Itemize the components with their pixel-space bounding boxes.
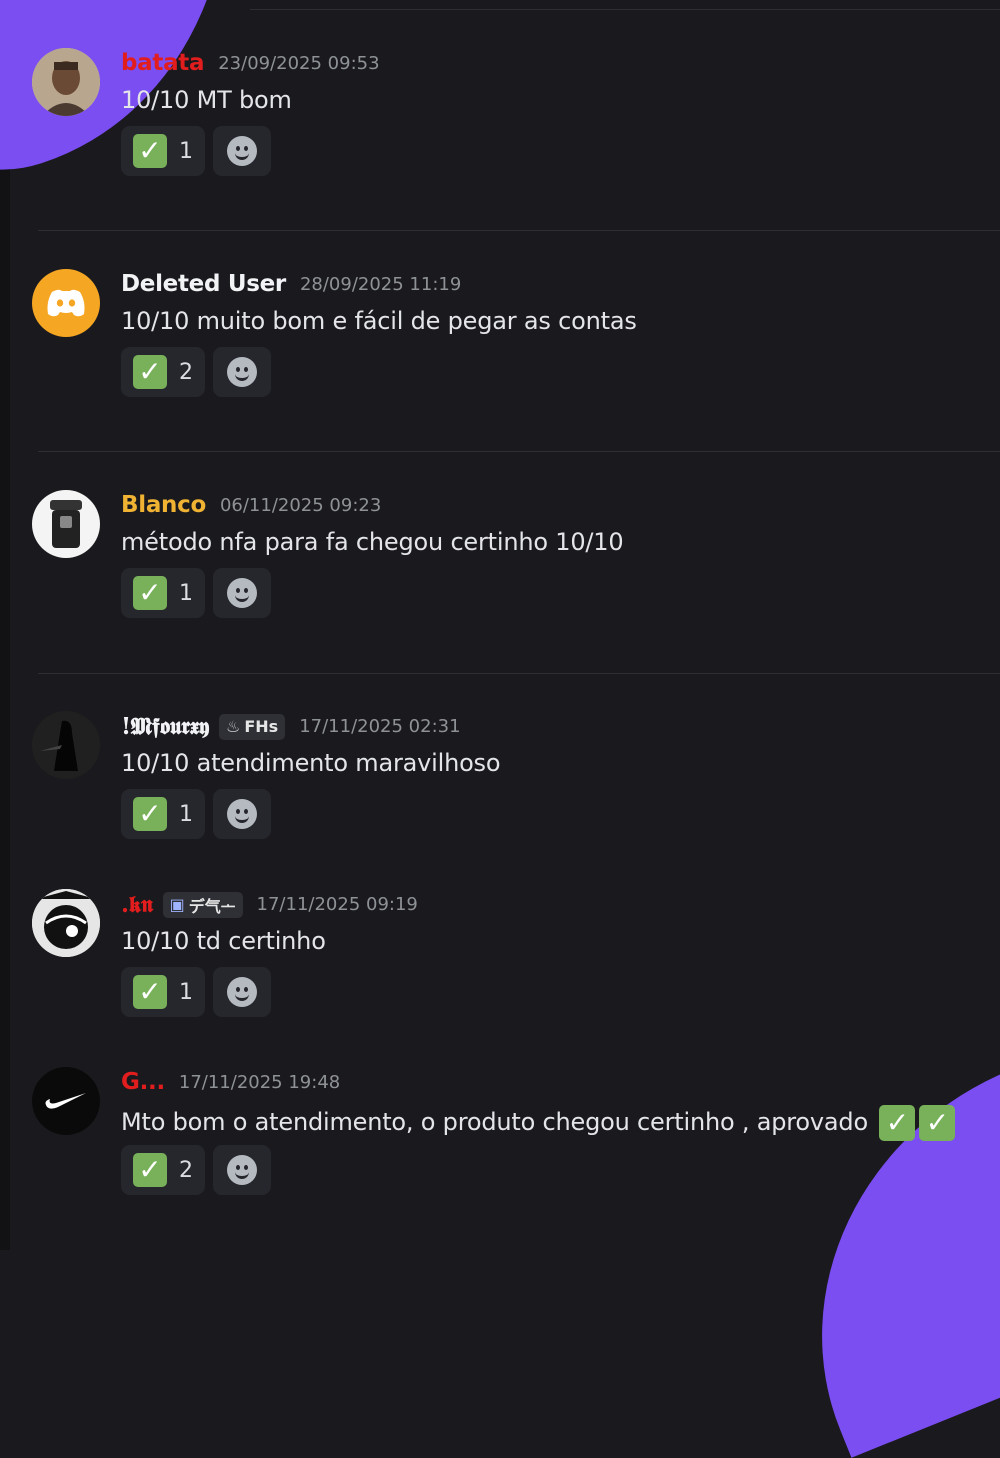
check-mark-icon: ✓ (133, 134, 167, 168)
smiley-icon (227, 136, 257, 166)
reaction-count: 1 (179, 979, 193, 1005)
username[interactable]: Deleted User (121, 271, 286, 297)
message-text: Mto bom o atendimento, o produto chegou … (121, 1105, 956, 1141)
check-mark-icon: ✓ (879, 1105, 916, 1141)
dark-figure-photo-icon (32, 711, 100, 779)
divider (250, 9, 1000, 10)
add-reaction-button[interactable] (213, 1145, 271, 1195)
add-reaction-button[interactable] (213, 347, 271, 397)
check-mark-icon: ✓ (133, 975, 167, 1009)
message-text: 10/10 muito bom e fácil de pegar as cont… (121, 307, 637, 335)
reaction-check[interactable]: ✓ 2 (121, 1145, 205, 1195)
timestamp: 17/11/2025 02:31 (299, 716, 461, 737)
check-mark-icon: ✓ (919, 1105, 956, 1141)
add-reaction-button[interactable] (213, 568, 271, 618)
username[interactable]: !𝕸𝖋𝖔𝖚𝖗𝖝𝖞 (121, 713, 209, 740)
reaction-count: 2 (179, 359, 193, 385)
add-reaction-button[interactable] (213, 126, 271, 176)
add-reaction-button[interactable] (213, 789, 271, 839)
trash-bin-icon (50, 500, 82, 548)
message: batata 23/09/2025 09:53 10/10 MT bom ✓ 1 (0, 48, 1000, 248)
avatar[interactable] (32, 269, 100, 337)
timestamp: 17/11/2025 19:48 (178, 1071, 341, 1093)
check-mark-icon: ✓ (133, 355, 167, 389)
reaction-check[interactable]: ✓ 2 (121, 347, 205, 397)
username[interactable]: batata (121, 50, 205, 76)
timestamp: 28/09/2025 11:19 (299, 273, 462, 295)
timestamp: 17/11/2025 09:19 (256, 894, 418, 915)
server-tag[interactable]: ♨ FHs (219, 713, 286, 740)
smiley-icon (227, 799, 257, 829)
reactions: ✓ 2 (121, 347, 271, 397)
message: !𝕸𝖋𝖔𝖚𝖗𝖝𝖞 ♨ FHs 17/11/2025 02:31 10/10 at… (0, 711, 1000, 911)
reaction-check[interactable]: ✓ 1 (121, 568, 205, 618)
discord-logo-icon (47, 289, 85, 317)
fire-icon: ♨ (226, 717, 241, 736)
check-mark-icon: ✓ (133, 1153, 167, 1187)
reaction-count: 2 (179, 1157, 193, 1183)
message-text-content: Mto bom o atendimento, o produto chegou … (121, 1108, 868, 1136)
divider (38, 451, 1000, 452)
smiley-icon (227, 977, 257, 1007)
timestamp: 06/11/2025 09:23 (219, 494, 382, 516)
divider (38, 673, 1000, 674)
reactions: ✓ 1 (121, 568, 271, 618)
reactions: ✓ 1 (121, 789, 271, 839)
avatar[interactable] (32, 490, 100, 558)
tag-label: FHs (244, 717, 279, 736)
message: Deleted User 28/09/2025 11:19 10/10 muit… (0, 269, 1000, 469)
divider (38, 230, 1000, 231)
reaction-count: 1 (179, 580, 193, 606)
avatar[interactable] (32, 711, 100, 779)
timestamp: 23/09/2025 09:53 (218, 52, 380, 74)
message-text: 10/10 td certinho (121, 927, 326, 955)
anime-art-photo-icon (32, 889, 100, 957)
avatar[interactable] (32, 48, 100, 116)
reaction-check[interactable]: ✓ 1 (121, 126, 205, 176)
smiley-icon (227, 1155, 257, 1185)
reaction-check[interactable]: ✓ 1 (121, 789, 205, 839)
nike-swoosh-icon (45, 1093, 86, 1109)
avatar[interactable] (32, 1067, 100, 1135)
username[interactable]: .𝖐𝖓 (121, 891, 153, 918)
message: G... 17/11/2025 19:48 Mto bom o atendime… (0, 1067, 1000, 1267)
message-text: 10/10 MT bom (121, 86, 292, 114)
username[interactable]: G... (121, 1069, 165, 1095)
add-reaction-button[interactable] (213, 967, 271, 1017)
tag-label: デ气ᅩ (188, 896, 236, 916)
badge-icon: ▣ (169, 895, 185, 914)
smiley-icon (227, 578, 257, 608)
message: Blanco 06/11/2025 09:23 método nfa para … (0, 490, 1000, 690)
check-mark-icon: ✓ (133, 576, 167, 610)
reaction-count: 1 (179, 138, 193, 164)
server-tag[interactable]: ▣ デ气ᅩ (162, 891, 243, 918)
reactions: ✓ 1 (121, 126, 271, 176)
reactions: ✓ 2 (121, 1145, 271, 1195)
reaction-check[interactable]: ✓ 1 (121, 967, 205, 1017)
smiley-icon (227, 357, 257, 387)
reaction-count: 1 (179, 801, 193, 827)
reactions: ✓ 1 (121, 967, 271, 1017)
message: .𝖐𝖓 ▣ デ气ᅩ 17/11/2025 09:19 10/10 td cert… (0, 889, 1000, 1089)
message-text: método nfa para fa chegou certinho 10/10 (121, 528, 624, 556)
avatar[interactable] (32, 889, 100, 957)
username[interactable]: Blanco (121, 492, 206, 518)
portrait-photo-icon (32, 48, 100, 116)
check-mark-icon: ✓ (133, 797, 167, 831)
message-text: 10/10 atendimento maravilhoso (121, 749, 501, 777)
